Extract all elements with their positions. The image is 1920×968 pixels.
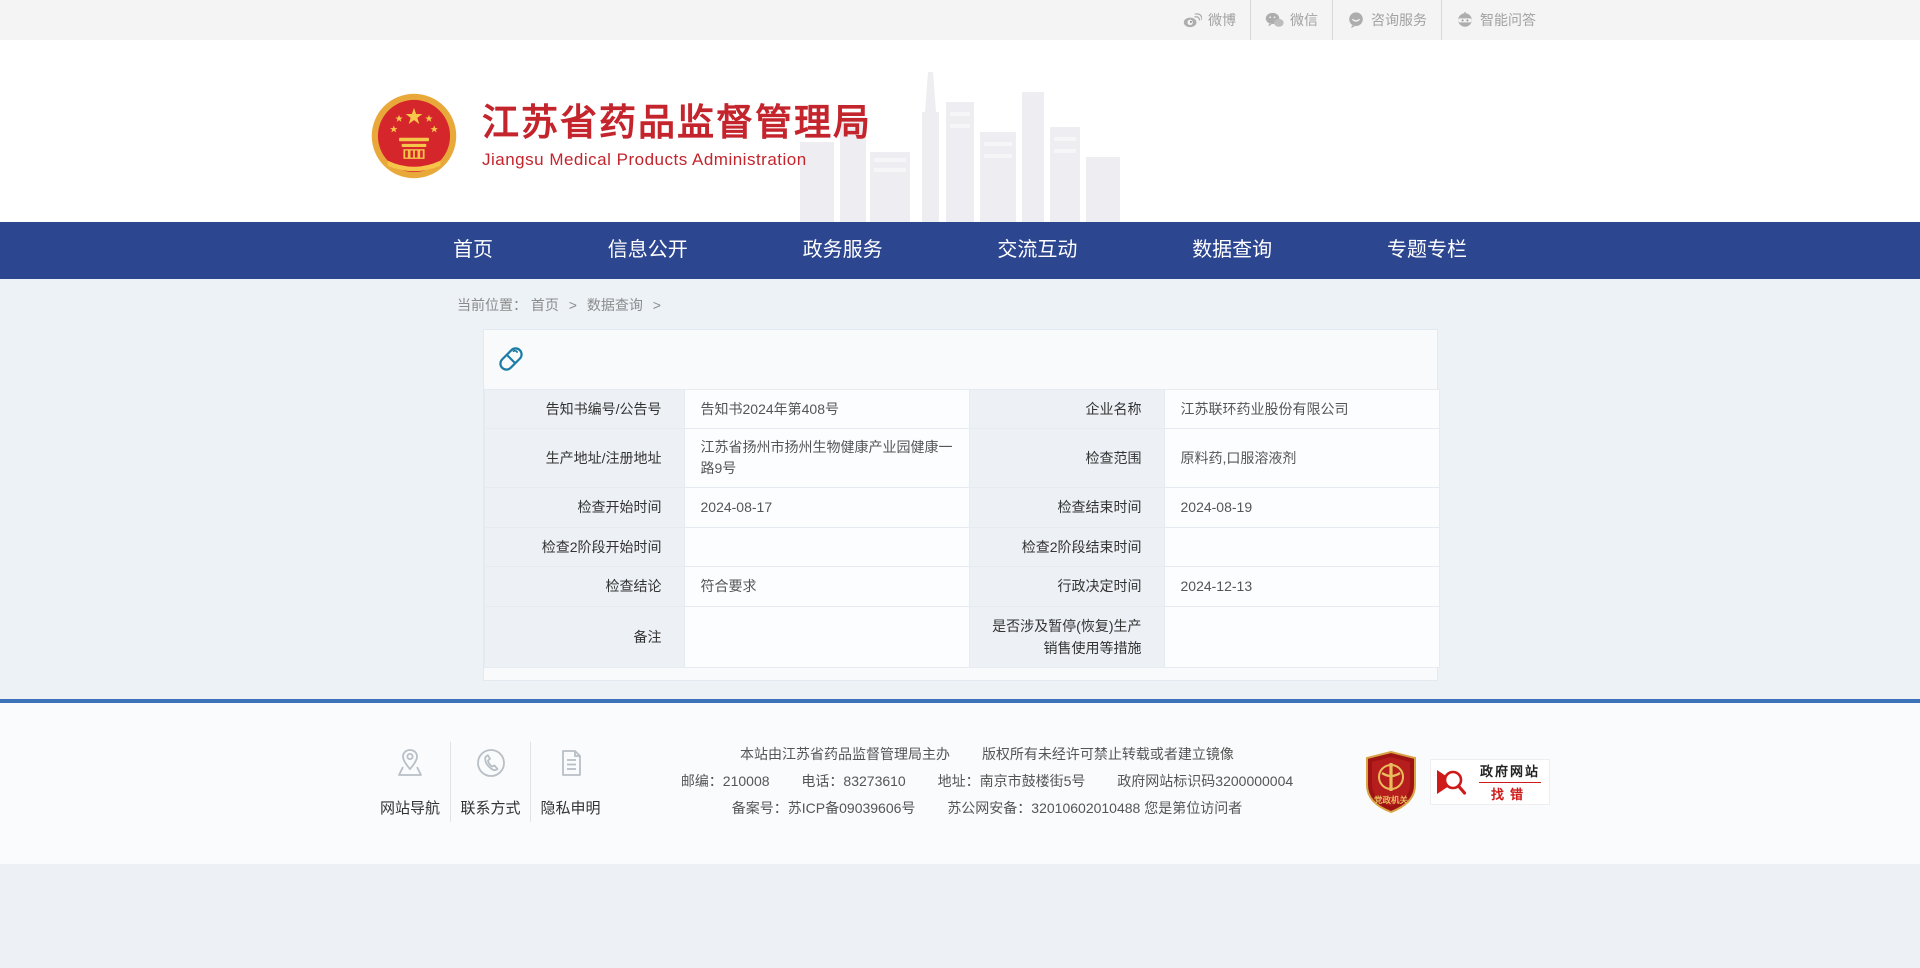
weibo-icon	[1183, 12, 1202, 28]
footer-icp-number: 备案号：苏ICP备09039606号	[732, 800, 916, 816]
smart-qa-label: 智能问答	[1480, 0, 1536, 40]
field-label: 检查结束时间	[969, 488, 1164, 527]
footer-police-number: 苏公网安备：32010602010488 您是第位访问者	[947, 800, 1242, 816]
footer-link-contact[interactable]: 联系方式	[450, 742, 530, 822]
footer-info-line1: 本站由江苏省药品监督管理局主办 版权所有未经许可禁止转载或者建立镜像	[640, 741, 1334, 768]
wechat-label: 微信	[1290, 0, 1318, 40]
site-map-icon	[393, 746, 427, 780]
field-value: 告知书2024年第408号	[684, 390, 969, 429]
wechat-icon	[1265, 12, 1284, 28]
breadcrumb: 当前位置： 首页 > 数据查询 >	[455, 295, 1465, 315]
table-row: 检查开始时间 2024-08-17 检查结束时间 2024-08-19	[484, 488, 1439, 527]
site-footer: 网站导航 联系方式 隐私申明	[0, 703, 1920, 864]
consult-service-label: 咨询服务	[1371, 0, 1427, 40]
table-row: 告知书编号/公告号 告知书2024年第408号 企业名称 江苏联环药业股份有限公…	[484, 390, 1439, 429]
nav-item-data-query[interactable]: 数据查询	[1174, 222, 1290, 279]
breadcrumb-link-home[interactable]: 首页	[531, 297, 559, 313]
nav-item-gov-services[interactable]: 政务服务	[785, 222, 901, 279]
footer-site-id: 政府网站标识码3200000004	[1117, 773, 1293, 789]
field-label: 检查开始时间	[484, 488, 684, 527]
breadcrumb-separator: >	[653, 297, 661, 313]
weibo-link[interactable]: 微博	[1169, 0, 1250, 40]
nav-item-home[interactable]: 首页	[435, 222, 511, 279]
field-label: 备注	[484, 606, 684, 668]
footer-link-label: 网站导航	[370, 797, 450, 818]
contact-icon	[474, 746, 508, 780]
field-label: 是否涉及暂停(恢复)生产销售使用等措施	[969, 606, 1164, 668]
content-area: 当前位置： 首页 > 数据查询 > 告知书编号/公告号	[0, 279, 1920, 699]
field-label: 检查2阶段开始时间	[484, 527, 684, 566]
breadcrumb-link-data-query[interactable]: 数据查询	[587, 297, 643, 313]
pill-icon	[496, 344, 526, 374]
footer-info-line2: 邮编：210008 电话：83273610 地址：南京市鼓楼街5号 政府网站标识…	[640, 768, 1334, 795]
party-gov-badge[interactable]: 党政机关	[1364, 751, 1418, 813]
field-label: 告知书编号/公告号	[484, 390, 684, 429]
footer-postcode: 邮编：210008	[681, 773, 770, 789]
privacy-icon	[554, 746, 588, 780]
footer-host-text: 本站由江苏省药品监督管理局主办	[740, 746, 950, 762]
nav-item-interaction[interactable]: 交流互动	[979, 222, 1095, 279]
site-title: 江苏省药品监督管理局	[482, 102, 872, 145]
page-bottom-filler	[0, 864, 1920, 968]
top-utility-bar: 微博 微信 咨询服务	[0, 0, 1920, 40]
field-value: 江苏联环药业股份有限公司	[1164, 390, 1439, 429]
field-value: 原料药,口服溶液剂	[1164, 429, 1439, 488]
main-nav: 首页 信息公开 政务服务 交流互动 数据查询 专题专栏	[0, 222, 1920, 279]
chat-service-icon	[1347, 12, 1365, 28]
field-label: 企业名称	[969, 390, 1164, 429]
footer-link-label: 隐私申明	[531, 797, 610, 818]
smart-qa-link[interactable]: 智能问答	[1441, 0, 1550, 40]
weibo-label: 微博	[1208, 0, 1236, 40]
footer-link-label: 联系方式	[451, 797, 530, 818]
field-label: 行政决定时间	[969, 567, 1164, 606]
inspection-table: 告知书编号/公告号 告知书2024年第408号 企业名称 江苏联环药业股份有限公…	[484, 389, 1440, 668]
breadcrumb-prefix: 当前位置：	[457, 297, 527, 313]
footer-phone: 电话：83273610	[801, 773, 905, 789]
site-logo[interactable]: 江苏省药品监督管理局 Jiangsu Medical Products Admi…	[370, 92, 872, 180]
table-row: 生产地址/注册地址 江苏省扬州市扬州生物健康产业园健康一路9号 检查范围 原料药…	[484, 429, 1439, 488]
footer-quick-links: 网站导航 联系方式 隐私申明	[370, 742, 610, 822]
gov-site-error-report-badge[interactable]: 政府网站 找错	[1430, 759, 1550, 805]
field-label: 检查2阶段结束时间	[969, 527, 1164, 566]
footer-link-sitemap[interactable]: 网站导航	[370, 742, 450, 822]
consult-service-link[interactable]: 咨询服务	[1332, 0, 1441, 40]
field-value: 江苏省扬州市扬州生物健康产业园健康一路9号	[684, 429, 969, 488]
footer-info: 本站由江苏省药品监督管理局主办 版权所有未经许可禁止转载或者建立镜像 邮编：21…	[610, 741, 1364, 822]
site-subtitle: Jiangsu Medical Products Administration	[482, 150, 872, 170]
site-header: 江苏省药品监督管理局 Jiangsu Medical Products Admi…	[0, 40, 1920, 222]
gov-site-badge-line1: 政府网站	[1471, 761, 1549, 780]
table-row: 检查结论 符合要求 行政决定时间 2024-12-13	[484, 567, 1439, 606]
wechat-link[interactable]: 微信	[1250, 0, 1332, 40]
field-value	[1164, 606, 1439, 668]
footer-link-privacy[interactable]: 隐私申明	[530, 742, 610, 822]
table-row: 备注 是否涉及暂停(恢复)生产销售使用等措施	[484, 606, 1439, 668]
field-value	[684, 606, 969, 668]
footer-address: 地址：南京市鼓楼街5号	[938, 773, 1086, 789]
nav-item-special-topics[interactable]: 专题专栏	[1369, 222, 1485, 279]
smart-qa-icon	[1456, 12, 1474, 28]
field-value: 2024-08-17	[684, 488, 969, 527]
field-value: 2024-08-19	[1164, 488, 1439, 527]
field-value: 2024-12-13	[1164, 567, 1439, 606]
table-row: 检查2阶段开始时间 检查2阶段结束时间	[484, 527, 1439, 566]
nav-item-info-disclosure[interactable]: 信息公开	[590, 222, 706, 279]
footer-badges: 党政机关 政府网站 找错	[1364, 751, 1550, 813]
field-value: 符合要求	[684, 567, 969, 606]
party-gov-badge-label: 党政机关	[1374, 795, 1409, 805]
inspection-detail-card: 告知书编号/公告号 告知书2024年第408号 企业名称 江苏联环药业股份有限公…	[483, 329, 1438, 681]
footer-info-line3: 备案号：苏ICP备09039606号 苏公网安备：32010602010488 …	[640, 795, 1334, 822]
footer-copyright-text: 版权所有未经许可禁止转载或者建立镜像	[982, 746, 1234, 762]
gov-site-badge-line2: 找错	[1479, 782, 1541, 803]
field-label: 生产地址/注册地址	[484, 429, 684, 488]
field-value	[1164, 527, 1439, 566]
field-label: 检查结论	[484, 567, 684, 606]
error-report-magnifier-icon	[1431, 762, 1471, 802]
breadcrumb-separator: >	[569, 297, 577, 313]
field-label: 检查范围	[969, 429, 1164, 488]
field-value	[684, 527, 969, 566]
national-emblem-icon	[370, 92, 458, 180]
